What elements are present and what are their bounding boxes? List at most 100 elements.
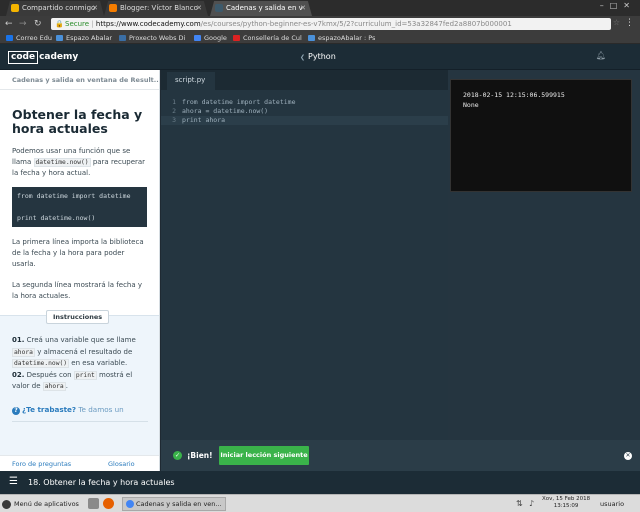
code-example: from datetime import datetime print date… — [12, 187, 147, 227]
user-menu[interactable]: usuario — [598, 498, 624, 510]
google-icon — [194, 35, 201, 41]
glossary-link[interactable]: Glosario — [108, 460, 135, 468]
tab-compartido[interactable]: Compartido conmigo ✕ — [6, 1, 104, 16]
code-line[interactable]: 2 ahora = datetime.now() — [161, 107, 448, 116]
instruction-step-1: 01. Creá una variable que se llame ahora… — [12, 335, 148, 370]
secure-label: Secure — [65, 20, 90, 28]
step-number: 02. — [12, 370, 25, 379]
help-link[interactable]: ? ¿Te trabaste? Te damos un — [12, 405, 148, 422]
close-tab-icon[interactable]: ✕ — [92, 1, 98, 15]
chevron-left-icon: ❮ — [300, 54, 306, 61]
editor-tab-bar: script.py — [161, 70, 448, 90]
inline-code: ahora — [42, 382, 66, 391]
output-line: None — [463, 101, 479, 109]
codecademy-logo[interactable]: code cademy — [8, 51, 78, 64]
forum-link[interactable]: Foro de preguntas — [12, 460, 71, 468]
bookmark-correo[interactable]: Correo Edu — [6, 32, 52, 44]
bookmark-star-icon[interactable]: ☆ — [613, 18, 620, 27]
site-icon — [56, 35, 63, 41]
file-manager-icon[interactable] — [88, 498, 99, 509]
instruction-steps: 01. Creá una variable que se llame ahora… — [12, 335, 148, 393]
volume-icon[interactable]: ♪ — [529, 499, 538, 508]
lesson-nav-label[interactable]: 18. Obtener la fecha y hora actuales — [28, 478, 175, 487]
lesson-paragraph: Podemos usar una función que se llama da… — [12, 146, 147, 179]
mail-icon — [6, 35, 13, 41]
chrome-icon — [126, 500, 134, 508]
os-taskbar: Menú de aplicativos Cadenas y salida en … — [0, 494, 640, 512]
apps-menu-button[interactable]: Menú de aplicativos — [2, 498, 79, 510]
lesson-nav-bar: ☰ 18. Obtener la fecha y hora actuales — [0, 471, 640, 494]
task-label: Cadenas y salida en ven... — [136, 500, 222, 508]
forward-icon[interactable]: → — [19, 18, 27, 30]
output-terminal: 2018-02-15 12:15:06.599915 None — [450, 79, 632, 192]
lesson-footer: Foro de preguntas Glosario — [0, 455, 159, 471]
logo-academy: cademy — [39, 52, 79, 62]
notification-bell-icon[interactable]: 🔔︎ — [596, 51, 606, 60]
text: . — [65, 382, 68, 390]
tab-script-py[interactable]: script.py — [167, 72, 215, 90]
bookmark-espazo-abalar-ps[interactable]: espazoAbalar : Ps — [308, 32, 375, 44]
breadcrumb[interactable]: Cadenas y salida en ventana de Result... — [0, 70, 159, 90]
site-icon — [119, 35, 126, 41]
help-label: ¿Te trabaste? — [22, 405, 77, 414]
question-icon: ? — [12, 407, 20, 415]
tab-blogger[interactable]: Blogger: Víctor Blanco ✕ — [104, 1, 208, 16]
bookmark-label: espazoAbalar : Ps — [318, 34, 376, 42]
bookmark-google[interactable]: Google — [194, 32, 227, 44]
close-tab-icon[interactable]: ✕ — [196, 1, 202, 15]
success-bar: ✓ ¡Bien! Iniciar lección siguiente ✕ — [161, 440, 640, 471]
success-message: ¡Bien! — [187, 451, 213, 460]
close-tab-icon[interactable]: ✕ — [300, 1, 306, 15]
output-line: 2018-02-15 12:15:06.599915 — [463, 91, 565, 99]
apps-menu-icon — [2, 500, 11, 509]
help-hint: Te damos un — [76, 405, 124, 414]
page-title: Obtener la fecha y hora actuales — [12, 107, 143, 136]
hamburger-menu-icon[interactable]: ☰ — [9, 476, 18, 487]
clock-date: Xov, 15 Feb 2018 — [542, 496, 591, 502]
tab-title: Blogger: Víctor Blanco — [120, 4, 198, 12]
bookmark-label: Consellería de Cul — [243, 34, 302, 42]
check-icon: ✓ — [173, 451, 182, 460]
code-text: from datetime import datetime — [182, 98, 296, 106]
inline-code: ahora — [12, 347, 35, 357]
bookmarks-bar: Correo Edu Espazo Abalar Proxecto Webs D… — [0, 32, 640, 44]
close-icon[interactable]: ✕ — [624, 452, 632, 460]
code-line-current[interactable]: 3 print ahora — [161, 116, 448, 125]
taskbar-window-chrome[interactable]: Cadenas y salida en ven... — [122, 497, 226, 511]
window-controls[interactable]: –□✕ — [600, 1, 636, 10]
lock-icon: 🔒 — [55, 20, 64, 28]
clock[interactable]: Xov, 15 Feb 2018 13:15:09 — [542, 496, 590, 510]
inline-code: print — [73, 370, 97, 380]
instruction-step-2: 02. Después con print mostrá el valor de… — [12, 370, 148, 393]
bookmark-label: Espazo Abalar — [66, 34, 113, 42]
text: Después con — [24, 370, 74, 379]
code-text: print ahora — [182, 116, 226, 124]
course-title[interactable]: ❮ Python — [300, 52, 336, 61]
tab-codecademy[interactable]: Cadenas y salida en v ✕ — [210, 1, 312, 16]
codecademy-header: code cademy ❮ Python 🔔︎ — [0, 44, 640, 70]
site-icon — [308, 35, 315, 41]
bookmark-espazo-abalar[interactable]: Espazo Abalar — [56, 32, 112, 44]
google-drive-icon — [11, 4, 19, 12]
network-icon[interactable]: ⇅ — [516, 499, 525, 508]
line-number: 2 — [172, 107, 176, 115]
back-icon[interactable]: ← — [5, 18, 13, 30]
bookmark-proxecto[interactable]: Proxecto Webs Di — [119, 32, 185, 44]
clock-time: 13:15:09 — [553, 503, 579, 509]
code-editor[interactable]: script.py 1 from datetime import datetime… — [161, 70, 448, 440]
line-number: 1 — [172, 98, 176, 106]
url-field[interactable]: 🔒 Secure | https://www.codecademy.com/es… — [51, 18, 611, 30]
tab-title: Cadenas y salida en v — [226, 4, 303, 12]
bookmark-conselleria[interactable]: Consellería de Cul — [233, 32, 302, 44]
inline-code: datetime.now() — [12, 359, 70, 368]
url-path: /es/courses/python-beginner-es-v7kmx/5/2… — [200, 20, 512, 28]
next-lesson-button[interactable]: Iniciar lección siguiente — [219, 446, 309, 465]
url-host: https://www.codecademy.com — [95, 20, 201, 28]
firefox-icon[interactable] — [103, 498, 114, 509]
reload-icon[interactable]: ↻ — [34, 18, 42, 30]
bookmark-label: Google — [204, 34, 227, 42]
browser-menu-icon[interactable]: ⋮ — [625, 18, 634, 28]
code-line[interactable]: 1 from datetime import datetime — [161, 98, 448, 107]
inline-code: datetime.now() — [33, 158, 91, 167]
instructions-title: Instrucciones — [46, 310, 110, 324]
